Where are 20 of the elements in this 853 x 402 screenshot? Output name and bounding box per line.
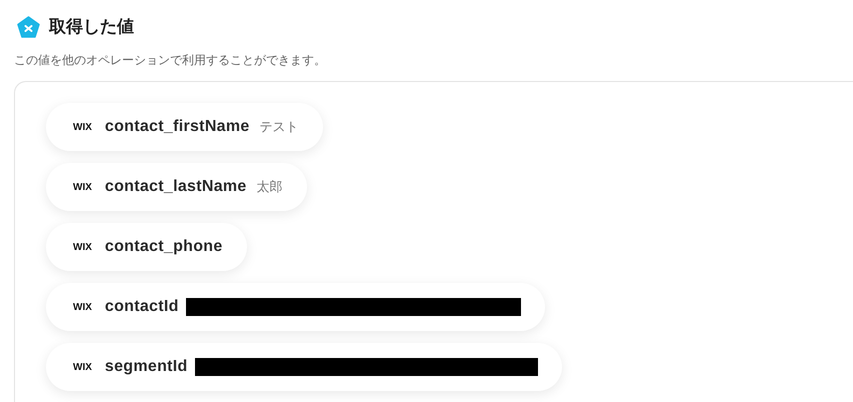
wix-logo: WIX bbox=[73, 302, 92, 312]
field-name: segmentId bbox=[104, 358, 188, 376]
field-name: contactId bbox=[104, 298, 179, 316]
section-title: 取得した値 bbox=[49, 16, 134, 38]
wix-logo: WIX bbox=[73, 242, 92, 252]
wix-logo: WIX bbox=[73, 182, 92, 192]
wix-logo: WIX bbox=[73, 362, 92, 372]
field-name: contact_phone bbox=[104, 238, 223, 256]
field-name: contact_lastName bbox=[104, 178, 247, 196]
value-chip[interactable]: WIX contact_phone bbox=[46, 223, 247, 271]
value-chip[interactable]: WIX contact_firstName テスト bbox=[46, 103, 323, 151]
app-icon bbox=[17, 16, 40, 38]
field-value: 太郎 bbox=[256, 179, 283, 196]
value-chip[interactable]: WIX segmentId bbox=[46, 343, 562, 391]
wix-logo: WIX bbox=[73, 122, 92, 132]
value-chip[interactable]: WIX contact_lastName 太郎 bbox=[46, 163, 307, 211]
section-description: この値を他のオペレーションで利用することができます。 bbox=[14, 52, 327, 69]
field-name: contact_firstName bbox=[104, 118, 250, 136]
value-chip[interactable]: WIX contactId bbox=[46, 283, 545, 331]
field-value: テスト bbox=[260, 119, 299, 136]
